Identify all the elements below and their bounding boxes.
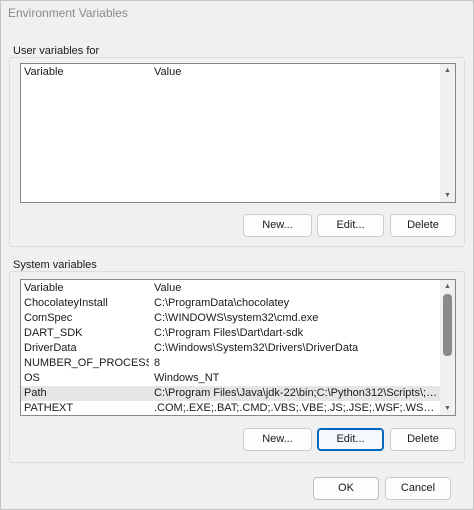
system-edit-button[interactable]: Edit... [317,428,384,451]
variable-value: C:\WINDOWS\system32\cmd.exe [154,312,319,324]
system-new-button[interactable]: New... [243,428,312,451]
user-delete-button[interactable]: Delete [390,214,456,237]
variable-name: OS [24,372,40,384]
variable-name: Path [24,387,47,399]
table-row[interactable]: NUMBER_OF_PROCESSORS 8 [21,356,441,371]
window-title: Environment Variables [8,6,128,20]
user-edit-button[interactable]: Edit... [317,214,384,237]
title-bar[interactable]: Environment Variables [1,1,473,23]
variable-name: DART_SDK [24,327,83,339]
variable-value: C:\Program Files\Dart\dart-sdk [154,327,304,339]
variable-value: C:\Windows\System32\Drivers\DriverData [154,342,359,354]
user-variables-label: User variables for [13,45,103,57]
system-variables-list[interactable]: Variable Value ChocolateyInstall C:\Prog… [20,279,456,416]
user-new-button[interactable]: New... [243,214,312,237]
user-variables-list[interactable]: Variable Value ▲ ▼ [20,63,456,203]
scroll-down-arrow-icon[interactable]: ▼ [440,402,455,415]
column-header-variable[interactable]: Variable [24,66,64,78]
environment-variables-window: Environment Variables User variables for… [0,0,474,510]
system-list-scrollbar[interactable]: ▲ ▼ [440,280,455,415]
scroll-down-arrow-icon[interactable]: ▼ [440,189,455,202]
ok-button[interactable]: OK [313,477,379,500]
table-row[interactable]: ChocolateyInstall C:\ProgramData\chocola… [21,296,441,311]
variable-value: 8 [154,357,161,369]
variable-value: .COM;.EXE;.BAT;.CMD;.VBS;.VBE;.JS;.JSE;.… [154,402,439,414]
table-row-selected[interactable]: Path C:\Program Files\Java\jdk-22\bin;C:… [21,386,441,401]
table-row[interactable]: PATHEXT .COM;.EXE;.BAT;.CMD;.VBS;.VBE;.J… [21,401,441,415]
column-header-variable[interactable]: Variable [24,282,64,294]
variable-name: ComSpec [24,312,73,324]
table-row[interactable]: DART_SDK C:\Program Files\Dart\dart-sdk [21,326,441,341]
table-row[interactable]: OS Windows_NT [21,371,441,386]
column-header-value[interactable]: Value [154,66,181,78]
variable-name: PATHEXT [24,402,74,414]
variable-name: NUMBER_OF_PROCESSORS [24,357,149,369]
variable-value: C:\Program Files\Java\jdk-22\bin;C:\Pyth… [154,387,439,399]
variable-value: C:\ProgramData\chocolatey [154,297,290,309]
system-variables-label: System variables [13,259,100,271]
scrollbar-thumb[interactable] [443,294,452,356]
variable-name: ChocolateyInstall [24,297,108,309]
column-header-value[interactable]: Value [154,282,181,294]
system-variables-header: Variable Value [21,280,441,295]
table-row[interactable]: ComSpec C:\WINDOWS\system32\cmd.exe [21,311,441,326]
scroll-up-arrow-icon[interactable]: ▲ [440,280,455,293]
variable-value: Windows_NT [154,372,220,384]
user-list-scrollbar[interactable]: ▲ ▼ [440,64,455,202]
variable-name: DriverData [24,342,77,354]
user-variables-header: Variable Value [21,64,441,79]
system-delete-button[interactable]: Delete [390,428,456,451]
table-row[interactable]: DriverData C:\Windows\System32\Drivers\D… [21,341,441,356]
scroll-up-arrow-icon[interactable]: ▲ [440,64,455,77]
cancel-button[interactable]: Cancel [385,477,451,500]
